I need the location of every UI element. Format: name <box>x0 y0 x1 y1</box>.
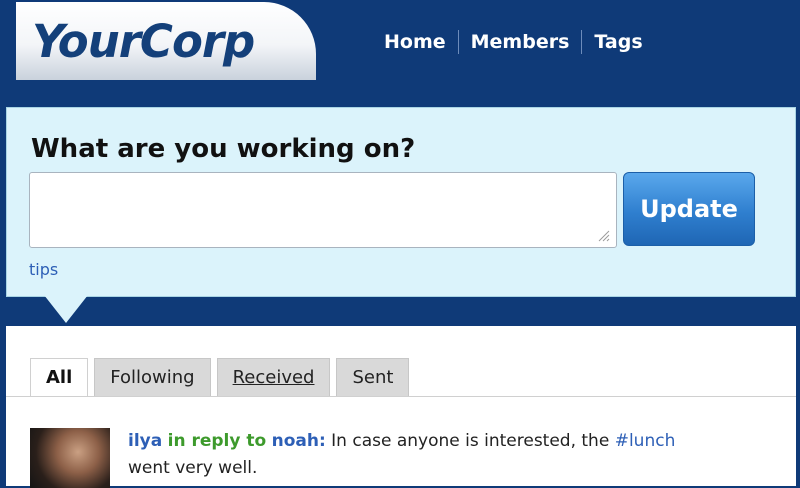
tab-all[interactable]: All <box>30 358 89 396</box>
resize-grip-icon[interactable] <box>596 228 610 242</box>
tab-label: Received <box>232 367 315 388</box>
update-button[interactable]: Update <box>623 172 755 246</box>
entry-text: In case anyone is interested, the <box>325 431 615 451</box>
status-input[interactable] <box>29 172 617 248</box>
tab-label: All <box>46 367 73 388</box>
entry-reply-label[interactable]: in reply to <box>168 431 267 451</box>
tabs-divider <box>6 396 796 397</box>
tips-link[interactable]: tips <box>29 260 58 279</box>
entry-hashtag-link[interactable]: #lunch <box>615 431 676 451</box>
logo-tab[interactable]: YourCorp <box>16 2 316 80</box>
timeline-entry: ilya in reply to noah: In case anyone is… <box>128 428 768 482</box>
tab-sent[interactable]: Sent <box>336 358 410 396</box>
panel-pointer <box>44 295 88 323</box>
entry-target-link[interactable]: noah: <box>272 431 326 451</box>
top-nav: Home Members Tags <box>372 28 655 56</box>
status-panel: What are you working on? Update tips <box>6 107 796 297</box>
nav-members[interactable]: Members <box>459 31 582 53</box>
timeline-tabs: All Following Received Sent <box>30 358 410 396</box>
tab-label: Sent <box>352 367 394 388</box>
entry-text-continued: went very well. <box>128 458 258 478</box>
tab-label: Following <box>110 367 195 388</box>
nav-tags[interactable]: Tags <box>582 31 654 53</box>
nav-home[interactable]: Home <box>372 31 458 53</box>
tab-received[interactable]: Received <box>216 358 331 396</box>
status-prompt: What are you working on? <box>31 134 416 164</box>
logo[interactable]: YourCorp <box>32 15 255 68</box>
tab-following[interactable]: Following <box>94 358 211 396</box>
timeline: All Following Received Sent ilya in repl… <box>6 326 796 488</box>
avatar[interactable] <box>30 428 110 488</box>
entry-user-link[interactable]: ilya <box>128 431 162 451</box>
